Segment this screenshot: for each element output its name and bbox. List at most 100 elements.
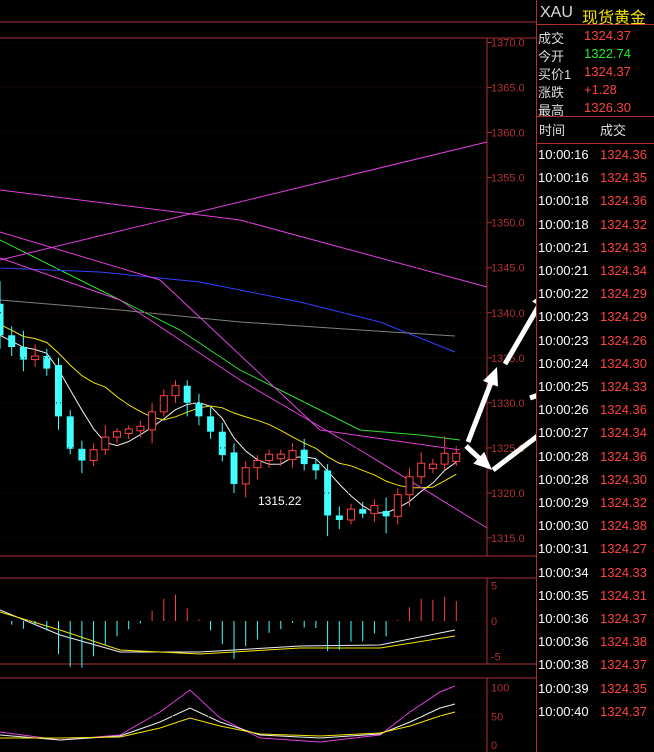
- tick-row: 10:00:40 1324.37: [536, 701, 654, 724]
- candle-body: [276, 453, 285, 460]
- y-tick-label: 1360.0: [491, 128, 525, 140]
- tick-row: 10:00:16 1324.36: [536, 144, 654, 167]
- candle-body: [230, 452, 238, 484]
- tick-price: 1324.29: [600, 286, 647, 302]
- tick-time: 10:00:16: [538, 147, 589, 162]
- tick-price: 1324.31: [600, 587, 647, 603]
- macd-panel: 5 0 -5: [0, 581, 501, 668]
- tick-price: 1324.32: [600, 216, 647, 232]
- candle-body: [347, 508, 355, 521]
- kdj-panel: 100 50 0: [0, 683, 509, 752]
- tick-price: 1324.38: [600, 518, 647, 534]
- tick-price: 1324.34: [600, 425, 647, 441]
- candle-body: [124, 428, 133, 434]
- candle-body: [241, 467, 250, 485]
- tick-row: 10:00:35 1324.31: [536, 585, 654, 608]
- quote-value: 1322.74: [584, 46, 631, 61]
- candle-body: [89, 449, 98, 462]
- quote-value: 1324.37: [584, 64, 631, 79]
- candle-body: [101, 436, 110, 451]
- candle-body: [265, 453, 274, 462]
- trend-line-4: [0, 141, 488, 261]
- tick-time: 10:00:36: [538, 611, 589, 626]
- tick-row: 10:00:30 1324.38: [536, 515, 654, 538]
- candle-body: [324, 470, 332, 516]
- tick-time: 10:00:25: [538, 379, 589, 394]
- tick-price: 1324.33: [600, 564, 647, 580]
- candle-body: [370, 505, 379, 515]
- ticks-header-price: 成交: [600, 123, 627, 138]
- tick-row: 10:00:18 1324.32: [536, 214, 654, 237]
- kdj-j: [0, 685, 456, 743]
- candle-body: [136, 425, 145, 432]
- tick-price: 1324.37: [600, 611, 647, 626]
- tick-row: 10:00:36 1324.37: [536, 608, 654, 631]
- tick-row: 10:00:31 1324.27: [536, 538, 654, 561]
- tick-time: 10:00:21: [538, 239, 589, 255]
- tick-row: 10:00:39 1324.35: [536, 678, 654, 701]
- y-tick-label: 1350.0: [491, 218, 525, 230]
- symbol-code: XAU: [540, 4, 573, 21]
- y-tick-label: 1320.0: [491, 488, 525, 500]
- kdj-d: [0, 711, 456, 739]
- ma60-line: [0, 299, 456, 337]
- tick-time: 10:00:39: [538, 680, 589, 696]
- tick-row: 10:00:25 1324.33: [536, 376, 654, 399]
- tick-price: 1324.36: [600, 147, 647, 162]
- tick-row: 10:00:23 1324.26: [536, 330, 654, 353]
- candle-body: [207, 416, 215, 432]
- y-tick-label: 1355.0: [491, 173, 525, 185]
- tick-price: 1324.35: [600, 170, 647, 186]
- tick-price: 1324.36: [600, 402, 647, 418]
- tick-row: 10:00:27 1324.34: [536, 422, 654, 445]
- candle-body: [393, 494, 402, 517]
- quote-row: 最高 1326.30: [536, 99, 654, 118]
- tick-row: 10:00:26 1324.36: [536, 399, 654, 422]
- tick-price: 1324.34: [600, 263, 647, 278]
- y-tick-label: 1345.0: [491, 263, 525, 275]
- candle-body: [300, 449, 308, 465]
- candlestick-series: [0, 281, 461, 537]
- quote-row: 今开 1322.74: [536, 45, 654, 64]
- tick-time: 10:00:40: [538, 703, 589, 719]
- tick-row: 10:00:21 1324.33: [536, 237, 654, 260]
- tick-time: 10:00:28: [538, 448, 589, 464]
- quote-row: 成交 1324.37: [536, 27, 654, 46]
- tick-price: 1324.26: [600, 332, 647, 348]
- quote-row: 涨跌 +1.28: [536, 81, 654, 100]
- tick-row: 10:00:28 1324.30: [536, 469, 654, 492]
- tick-time: 10:00:21: [538, 263, 589, 278]
- candle-body: [359, 509, 367, 514]
- tick-row: 10:00:36 1324.38: [536, 631, 654, 654]
- tick-time: 10:00:26: [538, 402, 589, 418]
- candle-body: [113, 431, 121, 438]
- price-chart: 1370.0 1365.0 1360.0 1355.0 1350.0 1345.0 1340…: [0, 21, 536, 752]
- candle-body: [417, 462, 426, 478]
- ticks-header: 时间 成交: [536, 118, 654, 138]
- tick-time: 10:00:18: [538, 193, 589, 209]
- trend-line-3: [0, 189, 488, 288]
- symbol-name: 现货黄金: [582, 10, 647, 27]
- tick-price: 1324.36: [600, 448, 647, 464]
- tick-row: 10:00:24 1324.30: [536, 353, 654, 376]
- tick-time: 10:00:29: [538, 495, 589, 510]
- y-tick-label: 1365.0: [491, 83, 525, 95]
- quote-row: 买价1 1324.37: [536, 63, 654, 82]
- y-tick-label: 1330.0: [491, 398, 525, 410]
- tick-time: 10:00:23: [538, 332, 589, 348]
- tick-time: 10:00:28: [538, 471, 589, 487]
- tick-row: 10:00:16 1324.35: [536, 167, 654, 190]
- tick-price: 1324.29: [600, 309, 647, 325]
- tick-price: 1324.35: [600, 680, 647, 696]
- tick-row: 10:00:18 1324.36: [536, 190, 654, 213]
- arrow: [529, 393, 536, 401]
- low-price-annotation: 1315.22: [258, 494, 302, 508]
- candle-body: [405, 476, 414, 496]
- y-tick-label: 1370.0: [491, 38, 525, 50]
- candle-body: [78, 448, 86, 461]
- ticks-header-time: 时间: [539, 123, 566, 138]
- kdj-tick-label: 100: [491, 683, 509, 695]
- candle-body: [312, 464, 320, 471]
- quote-divider: [536, 116, 654, 117]
- tick-time: 10:00:31: [538, 541, 589, 557]
